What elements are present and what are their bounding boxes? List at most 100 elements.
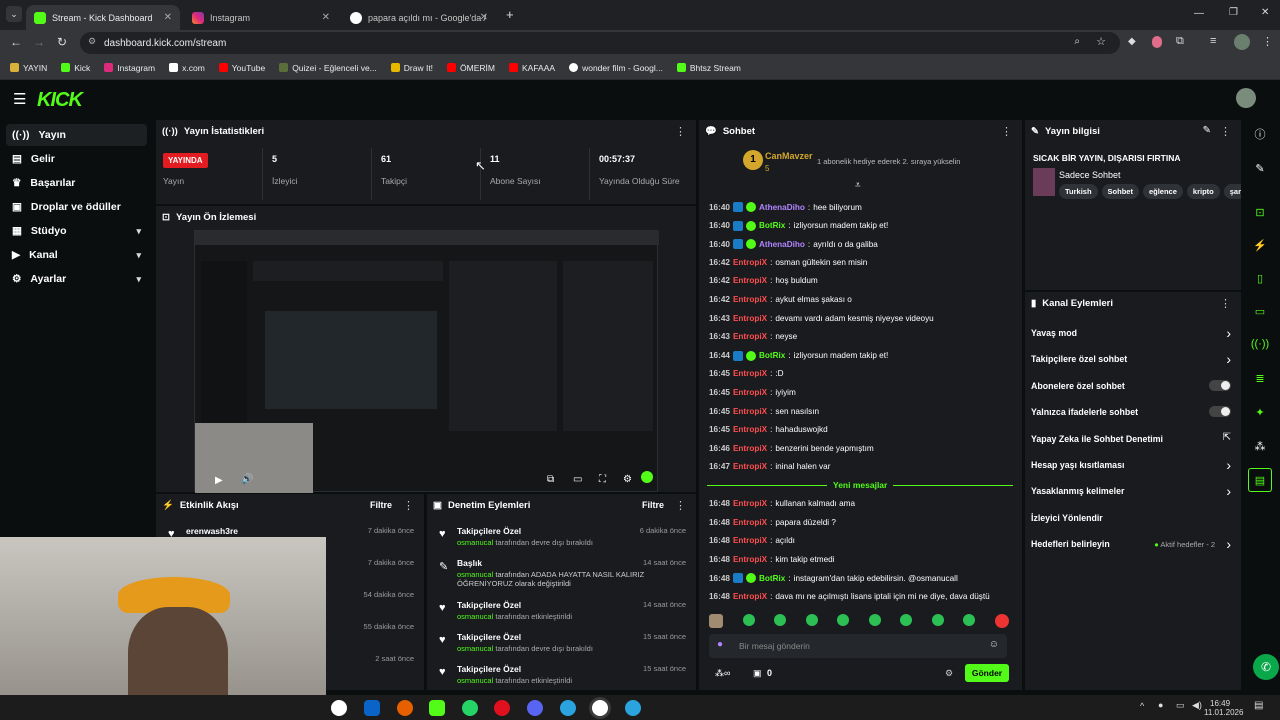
more-options-icon[interactable]: ⋮	[403, 499, 414, 512]
emote-icon[interactable]	[709, 614, 723, 628]
external-link-icon[interactable]: ⇱	[1223, 432, 1231, 443]
emote-icon[interactable]	[868, 614, 881, 626]
clip-icon[interactable]: ▤	[1248, 468, 1272, 492]
tab-kick-dashboard[interactable]: Stream - Kick Dashboard ✕	[26, 5, 180, 30]
emote-icon[interactable]	[774, 614, 787, 626]
list-icon[interactable]: ≣	[1248, 366, 1272, 390]
sidebar-item-ayarlar[interactable]: ⚙ Ayarlar ▾	[6, 268, 147, 290]
chat-username[interactable]: EntropiX	[733, 295, 767, 304]
tray-chevron-icon[interactable]: ^	[1140, 701, 1144, 711]
pip-icon[interactable]: ⧉	[547, 474, 554, 485]
mic-icon[interactable]: ●	[717, 639, 723, 650]
emote-icon[interactable]	[931, 614, 944, 626]
emote-icon[interactable]	[742, 614, 755, 626]
theater-icon[interactable]: ▭	[573, 474, 582, 485]
lightning-icon[interactable]: ⚡	[1248, 233, 1272, 257]
bookmark-drawit[interactable]: Draw It!	[390, 63, 433, 73]
bookmark-kick[interactable]: Kick	[61, 63, 90, 73]
bookmark-star-icon[interactable]: ☆	[1096, 35, 1106, 48]
media-icon[interactable]: ≡	[1210, 35, 1216, 47]
minimize-icon[interactable]: —	[1194, 8, 1204, 19]
chat-username[interactable]: BotRix	[759, 574, 785, 583]
category-name[interactable]: Sadece Sohbet	[1059, 170, 1121, 180]
microphone-icon[interactable]: ●	[1158, 700, 1163, 710]
back-icon[interactable]: ←	[10, 35, 22, 49]
tab-search-icon[interactable]: ⌄	[6, 6, 22, 22]
document-icon[interactable]: ▯	[1248, 266, 1272, 290]
chat-username[interactable]: EntropiX	[733, 332, 767, 341]
scan-icon[interactable]: ⊡	[1248, 200, 1272, 224]
play-icon[interactable]: ▶	[215, 475, 223, 486]
send-button[interactable]: Gönder	[965, 664, 1009, 682]
channel-action-item[interactable]: Hesap yaşı kısıtlaması	[1031, 460, 1231, 478]
network-icon[interactable]: ▭	[1176, 700, 1185, 711]
sidebar-item-kanal[interactable]: ▶ Kanal ▾	[6, 244, 147, 266]
firefox-icon[interactable]	[397, 700, 413, 716]
close-window-icon[interactable]: ✕	[1261, 7, 1269, 18]
chat-username[interactable]: EntropiX	[733, 425, 767, 434]
more-options-icon[interactable]: ⋮	[675, 499, 686, 512]
stream-preview-video[interactable]: ▶ 🔊 ⧉ ▭ ⛶ ⚙	[194, 230, 659, 493]
chat-username[interactable]: EntropiX	[733, 314, 767, 323]
channel-action-item[interactable]: Yasaklanmış kelimeler	[1031, 486, 1231, 504]
chat-username[interactable]: EntropiX	[733, 276, 767, 285]
chevron-right-icon[interactable]: ›	[1226, 483, 1231, 499]
close-tab-icon[interactable]: ✕	[480, 12, 488, 23]
restore-icon[interactable]: ❐	[1229, 7, 1238, 18]
chat-username[interactable]: EntropiX	[733, 369, 767, 378]
info-icon[interactable]: ⓘ	[1248, 122, 1272, 146]
chat-username[interactable]: EntropiX	[733, 462, 767, 471]
chat-username[interactable]: EntropiX	[733, 444, 767, 453]
close-tab-icon[interactable]: ✕	[164, 12, 172, 23]
emote-icon[interactable]	[805, 614, 818, 626]
support-chat-button[interactable]: ✆	[1253, 654, 1279, 680]
chat-username[interactable]: EntropiX	[733, 555, 767, 564]
channel-action-item[interactable]: Yapay Zeka ile Sohbet Denetimi	[1031, 434, 1231, 452]
forward-icon[interactable]: →	[33, 35, 45, 49]
filter-button[interactable]: Filtre	[642, 500, 664, 510]
chevron-right-icon[interactable]: ›	[1226, 325, 1231, 341]
zoom-icon[interactable]: ⌕	[1074, 36, 1080, 47]
bookmark-kafaaa[interactable]: KAFAAA	[509, 63, 555, 73]
extensions-puzzle-icon[interactable]: ⧉	[1176, 35, 1184, 48]
collapse-icon[interactable]: ⩡	[855, 180, 861, 191]
edit-icon[interactable]: ✎	[1203, 125, 1211, 136]
volume-icon[interactable]: ◀)	[1192, 700, 1202, 711]
chat-username[interactable]: BotRix	[759, 221, 785, 230]
channel-action-item[interactable]: İzleyici Yönlendir	[1031, 513, 1231, 531]
channel-action-item[interactable]: Takipçilere özel sohbet	[1031, 354, 1231, 372]
chat-username[interactable]: EntropiX	[733, 592, 767, 601]
chat-input[interactable]: ● Bir mesaj gönderin ☺	[709, 634, 1007, 658]
tab-instagram[interactable]: Instagram ✕	[184, 5, 338, 30]
more-options-icon[interactable]: ⋮	[1001, 125, 1012, 138]
chat-icon[interactable]: ▭	[1248, 299, 1272, 323]
chevron-right-icon[interactable]: ›	[1226, 351, 1231, 367]
channel-action-item[interactable]: Yalnızca ifadelerle sohbet	[1031, 407, 1231, 425]
channel-action-item[interactable]: Yavaş mod	[1031, 328, 1231, 346]
browser-menu-icon[interactable]: ⋮	[1262, 35, 1273, 48]
toggle-switch[interactable]	[1209, 406, 1231, 418]
chat-username[interactable]: EntropiX	[733, 536, 767, 545]
bookmark-wonder-film[interactable]: wonder film - Googl...	[569, 63, 663, 73]
chat-settings-icon[interactable]: ⚙	[945, 668, 953, 679]
sidebar-item-droplar[interactable]: ▣ Droplar ve ödüller	[6, 196, 147, 218]
url-field[interactable]: ⚙ dashboard.kick.com/stream ⌕ ☆	[80, 32, 1120, 54]
chrome-active-icon[interactable]	[592, 700, 608, 716]
emoji-icon[interactable]: ☺	[989, 639, 999, 650]
pinned-user[interactable]: CanMavzer	[765, 151, 813, 161]
bookmark-instagram[interactable]: Instagram	[104, 63, 155, 73]
chat-username[interactable]: AthenaDiho	[759, 203, 805, 212]
site-info-icon[interactable]: ⚙	[88, 36, 96, 47]
bookmark-youtube[interactable]: YouTube	[218, 63, 265, 73]
chat-username[interactable]: EntropiX	[733, 388, 767, 397]
chevron-right-icon[interactable]: ›	[1226, 457, 1231, 473]
wrench-icon[interactable]: ✦	[1248, 400, 1272, 424]
new-tab-icon[interactable]: +	[506, 7, 514, 22]
telegram-icon[interactable]	[625, 700, 641, 716]
emote-icon[interactable]	[900, 614, 913, 626]
broadcast-icon[interactable]: ((·))	[1248, 332, 1272, 356]
volume-icon[interactable]: 🔊	[241, 474, 253, 485]
sidebar-item-studyo[interactable]: ▦ Stüdyo ▾	[6, 220, 147, 242]
telegram-icon[interactable]	[560, 700, 576, 716]
settings-icon[interactable]: ⚙	[623, 474, 632, 485]
